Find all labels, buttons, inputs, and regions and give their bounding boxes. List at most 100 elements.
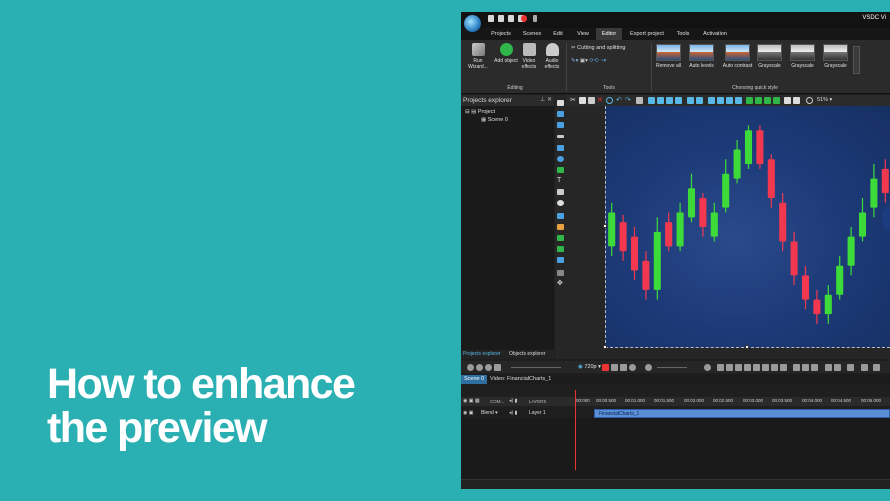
forward-icon[interactable] [762, 364, 769, 371]
new-icon[interactable] [488, 15, 494, 22]
paste-icon[interactable] [588, 97, 595, 104]
copy-icon[interactable] [579, 97, 586, 104]
bring-front-icon[interactable] [764, 97, 771, 104]
menu-editor[interactable]: Editor [596, 28, 622, 40]
volume-icon[interactable] [645, 364, 652, 371]
split-icon[interactable] [793, 364, 800, 371]
snap-icon[interactable] [861, 364, 868, 371]
close-panel-icon[interactable]: ⊥ ✕ [540, 96, 552, 103]
tab-video-clip[interactable]: Video: FinancialCharts_1 [487, 375, 554, 384]
same-size-icon[interactable] [726, 97, 733, 104]
marker-icon[interactable] [744, 364, 751, 371]
loop-icon[interactable] [620, 364, 627, 371]
clock-icon[interactable] [704, 364, 711, 371]
timeline-clip[interactable]: FinancialCharts_1 [594, 409, 890, 418]
align-center-icon[interactable] [657, 97, 664, 104]
playhead[interactable] [575, 390, 576, 470]
histogram-icon[interactable] [557, 270, 564, 276]
text-icon[interactable]: T [557, 177, 564, 184]
layer-audio-icon[interactable]: ◂) ▮ [509, 410, 517, 416]
quick-style-auto-levels[interactable]: Auto levels [688, 44, 715, 69]
video-icon[interactable] [557, 111, 564, 117]
next-marker-icon[interactable] [834, 364, 841, 371]
play-preview-icon[interactable] [602, 364, 609, 371]
align-right-icon[interactable] [666, 97, 673, 104]
counter-icon[interactable] [557, 257, 564, 263]
curve-icon[interactable] [557, 167, 564, 173]
undo-icon[interactable]: ↶ [616, 97, 623, 104]
pointer-icon[interactable] [557, 100, 564, 106]
resolution-select[interactable]: ◉ 720p ▾ [578, 364, 601, 370]
tree-project[interactable]: ⊟ ▤ Project [465, 109, 495, 115]
volume-slider[interactable] [657, 367, 687, 368]
timeline-zoom-slider[interactable] [511, 367, 561, 368]
go-end-icon[interactable] [780, 364, 787, 371]
fit-icon[interactable] [735, 97, 742, 104]
next-frame-icon[interactable] [771, 364, 778, 371]
menu-scenes[interactable]: Scenes [519, 28, 545, 40]
tab-scene[interactable]: Scene 0 [461, 375, 488, 384]
rewind-icon[interactable] [735, 364, 742, 371]
edit-icon[interactable] [847, 364, 854, 371]
track-visibility-icon[interactable]: ◉ ▣ ▦ [463, 398, 480, 404]
move-up-icon[interactable] [746, 97, 753, 104]
timeline-body[interactable] [461, 418, 890, 479]
crop-timeline-icon[interactable] [811, 364, 818, 371]
redo-icon[interactable]: ↷ [625, 97, 632, 104]
align-bottom-icon[interactable] [696, 97, 703, 104]
zoom-out-icon[interactable] [476, 364, 483, 371]
align-middle-icon[interactable] [687, 97, 694, 104]
check-icon[interactable] [873, 364, 880, 371]
tree-scene[interactable]: ▦ Scene 0 [481, 117, 508, 123]
audio-icon[interactable]: ◂) ▮ [509, 398, 517, 404]
menu-edit[interactable]: Edit [549, 28, 567, 40]
move-icon[interactable]: ✥ [557, 280, 564, 287]
layer-eye-icon[interactable]: ◉ ▣ [463, 410, 473, 416]
move-down-icon[interactable] [755, 97, 762, 104]
editor-canvas[interactable] [566, 106, 890, 359]
distribute-v-icon[interactable] [717, 97, 724, 104]
quick-style-grayscale-2[interactable]: Grayscale [789, 44, 816, 69]
ellipse-icon[interactable] [557, 156, 564, 162]
menu-projects[interactable]: Projects [487, 28, 515, 40]
balloon-icon[interactable] [557, 200, 564, 206]
rectangle-icon[interactable] [557, 145, 564, 151]
go-start-icon[interactable] [717, 364, 724, 371]
open-icon[interactable] [498, 15, 504, 22]
quick-style-remove-all[interactable]: Remove all [655, 44, 682, 69]
audio-spectrum-icon[interactable] [557, 246, 564, 252]
shape-icon[interactable] [606, 97, 613, 104]
prev-frame-icon[interactable] [726, 364, 733, 371]
send-back-icon[interactable] [773, 97, 780, 104]
run-wizard-button[interactable]: Run Wizard... [465, 43, 491, 70]
rotate-icon[interactable]: ⟳⟲ [589, 58, 598, 64]
cutting-splitting-button[interactable]: ✂ Cutting and splitting [571, 45, 625, 51]
play-icon[interactable] [753, 364, 760, 371]
quick-style-grayscale-3[interactable]: Grayscale [822, 44, 849, 69]
menu-activation[interactable]: Activation [699, 28, 731, 40]
trim-icon[interactable] [802, 364, 809, 371]
tab-objects-explorer[interactable]: Objects explorer [509, 351, 545, 357]
resize-handle-left[interactable] [603, 224, 607, 228]
line-icon[interactable] [557, 135, 564, 138]
distribute-h-icon[interactable] [708, 97, 715, 104]
resize-handle-bottom[interactable] [745, 345, 749, 349]
tab-projects-explorer[interactable]: Projects explorer [463, 351, 501, 357]
prev-marker-icon[interactable] [825, 364, 832, 371]
save-icon[interactable] [508, 15, 514, 22]
quick-style-auto-contrast[interactable]: Auto contrast [722, 44, 753, 69]
subtitle-icon[interactable] [557, 189, 564, 195]
stop-icon[interactable] [611, 364, 618, 371]
menu-tools[interactable]: Tools [672, 28, 694, 40]
snapshot-icon[interactable] [494, 364, 501, 371]
cut-icon[interactable]: ✂ [570, 97, 577, 104]
fit-timeline-icon[interactable] [485, 364, 492, 371]
sprite-icon[interactable] [557, 224, 564, 230]
chart-icon[interactable] [557, 213, 564, 219]
dropdown-icon[interactable] [533, 15, 537, 22]
image-icon[interactable] [557, 122, 564, 128]
quick-style-scroll[interactable] [853, 46, 860, 74]
ungroup-icon[interactable] [793, 97, 800, 104]
zoom-level[interactable]: 51% ▾ [817, 97, 832, 103]
audio-effects-button[interactable]: Audio effects [539, 43, 565, 70]
